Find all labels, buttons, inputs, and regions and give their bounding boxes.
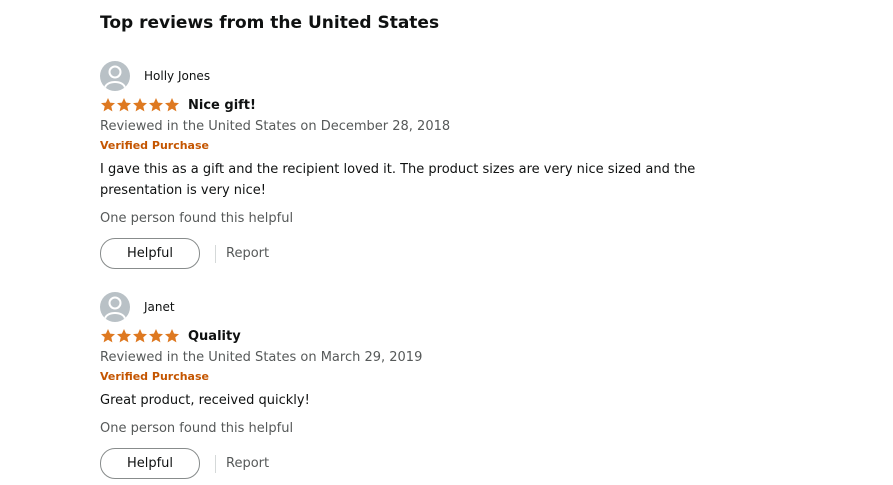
helpful-count: One person found this helpful xyxy=(100,421,294,436)
star-icon xyxy=(148,328,164,344)
review-title[interactable]: Quality xyxy=(188,329,241,344)
star-rating[interactable] xyxy=(100,97,180,113)
review-card: Holly Jones Nice gift! Reviewed in the U… xyxy=(100,61,800,269)
report-link[interactable]: Report xyxy=(226,456,269,471)
star-icon xyxy=(116,328,132,344)
review-date: Reviewed in the United States on March 2… xyxy=(100,350,423,365)
star-icon xyxy=(164,328,180,344)
helpful-button[interactable]: Helpful xyxy=(100,448,200,479)
verified-purchase-badge: Verified Purchase xyxy=(100,370,209,383)
star-icon xyxy=(100,97,116,113)
review-body: Great product, received quickly! xyxy=(100,393,310,408)
star-icon xyxy=(100,328,116,344)
avatar-icon xyxy=(100,292,130,322)
reviewer-name[interactable]: Janet xyxy=(144,300,175,314)
report-link[interactable]: Report xyxy=(226,246,269,261)
review-date: Reviewed in the United States on Decembe… xyxy=(100,119,451,134)
reviewer-name[interactable]: Holly Jones xyxy=(144,69,210,83)
star-rating[interactable] xyxy=(100,328,180,344)
reviewer-profile[interactable]: Janet xyxy=(100,292,800,322)
divider xyxy=(215,454,216,473)
star-icon xyxy=(116,97,132,113)
section-title: Top reviews from the United States xyxy=(100,13,440,33)
verified-purchase-badge: Verified Purchase xyxy=(100,139,209,152)
review-title[interactable]: Nice gift! xyxy=(188,98,256,113)
divider xyxy=(215,244,216,263)
review-body: I gave this as a gift and the recipient … xyxy=(100,162,696,198)
avatar-icon xyxy=(100,61,130,91)
star-icon xyxy=(132,97,148,113)
star-icon xyxy=(164,97,180,113)
reviewer-profile[interactable]: Holly Jones xyxy=(100,61,800,91)
helpful-button[interactable]: Helpful xyxy=(100,238,200,269)
star-icon xyxy=(132,328,148,344)
helpful-count: One person found this helpful xyxy=(100,211,294,226)
star-icon xyxy=(148,97,164,113)
review-card: Janet Quality Reviewed in the United Sta… xyxy=(100,292,800,479)
